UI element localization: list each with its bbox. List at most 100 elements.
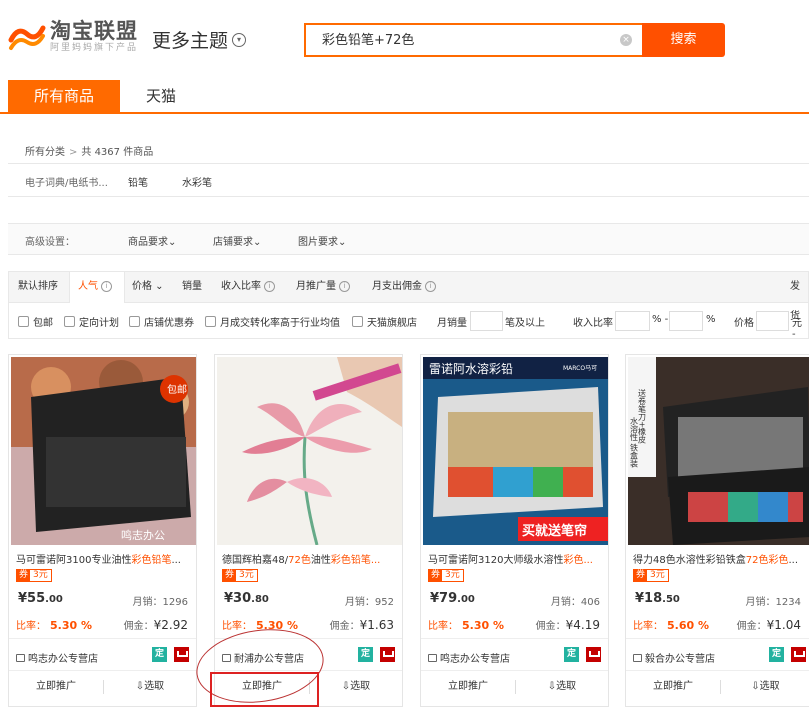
product-card[interactable]: 包邮 鸣志办公 马可雷诺阿3100专业油性彩色铅笔... 券 3元 ¥55.00 … xyxy=(8,354,197,707)
promote-now-button[interactable]: 立即推广 xyxy=(9,677,103,697)
category-row: 电子词典/电纸书... 铅笔 水彩笔 xyxy=(8,163,809,197)
sort-bar: 默认排序 人气 i 价格 ⌄ 销量 收入比率 i 月推广量 i 月支出佣金 i 发货 xyxy=(8,271,809,322)
coupon-badge: 券 3元 xyxy=(16,569,52,582)
monthly-sales-input[interactable] xyxy=(470,311,503,331)
info-icon: i xyxy=(264,280,275,292)
commission-rate: 比率： 5.30 % xyxy=(16,619,92,632)
sort-shipping[interactable]: 发货 xyxy=(790,272,808,322)
divider xyxy=(9,638,196,639)
divider xyxy=(626,670,809,671)
sort-sales[interactable]: 销量 xyxy=(182,272,202,302)
income-ratio-max-input[interactable] xyxy=(669,311,703,331)
chevron-down-icon: ⌄ xyxy=(253,237,262,248)
category-e-dictionary[interactable]: 电子词典/电纸书... xyxy=(25,174,108,189)
logo-subtitle: 阿里妈妈旗下产品 xyxy=(50,43,139,53)
clear-search-icon[interactable]: × xyxy=(620,34,632,46)
tmall-icon xyxy=(586,647,601,662)
shop-name[interactable]: 毅合办公专营店 xyxy=(633,650,715,665)
filter-targeted-plan[interactable]: 定向计划 xyxy=(64,314,119,329)
promote-now-button[interactable]: 立即推广 xyxy=(421,677,515,697)
sort-popularity[interactable]: 人气 i xyxy=(69,272,125,303)
svg-text:水溶性 铁盒装: 水溶性 铁盒装 xyxy=(630,416,639,469)
ding-icon: 定 xyxy=(564,647,579,662)
shop-icon xyxy=(428,653,437,662)
shop-requirement-dropdown[interactable]: 店铺要求⌄ xyxy=(213,233,261,248)
shop-name[interactable]: 鸣志办公专营店 xyxy=(428,650,510,665)
select-button[interactable]: ⇩选取 xyxy=(104,677,196,697)
monthly-sales: 月销：1296 xyxy=(132,597,188,608)
sort-price[interactable]: 价格 ⌄ xyxy=(132,272,164,302)
checkbox xyxy=(205,316,216,327)
svg-text:买就送笔帘: 买就送笔帘 xyxy=(522,523,587,539)
price-label: 价格 xyxy=(734,318,754,329)
advanced-label: 高级设置： xyxy=(25,237,75,248)
product-requirement-dropdown[interactable]: 商品要求⌄ xyxy=(128,233,176,248)
product-title[interactable]: 德国辉柏嘉48/72色油性彩色铅笔... xyxy=(222,551,397,566)
breadcrumb-all-categories[interactable]: 所有分类 xyxy=(25,147,65,158)
commission: 佣金：¥2.92 xyxy=(123,618,188,632)
advanced-settings: 高级设置： 商品要求⌄ 店铺要求⌄ 图片要求⌄ xyxy=(8,223,809,255)
filter-free-shipping[interactable]: 包邮 xyxy=(18,314,53,329)
product-image[interactable]: 雷诺阿水溶彩铅 MARCO马可 买就送笔帘 xyxy=(423,357,608,545)
divider xyxy=(9,670,196,671)
select-button[interactable]: ⇩选取 xyxy=(721,677,809,697)
filter-bar: 包邮 定向计划 店铺优惠券 月成交转化率高于行业均值 天猫旗舰店 月销量 笔及以… xyxy=(8,303,809,340)
income-ratio-min-input[interactable] xyxy=(615,311,650,331)
commission-rate: 比率： 5.60 % xyxy=(633,619,709,632)
category-watercolor-pen[interactable]: 水彩笔 xyxy=(182,174,212,189)
search-box: × xyxy=(304,23,644,57)
price: ¥30.80 xyxy=(224,591,269,606)
product-title[interactable]: 马可雷诺阿3100专业油性彩色铅笔... xyxy=(16,551,191,566)
ding-icon: 定 xyxy=(358,647,373,662)
svg-text:送卷笔刀+橡皮: 送卷笔刀+橡皮 xyxy=(638,388,647,445)
chevron-down-icon: ⌄ xyxy=(168,237,177,248)
tab-all-products[interactable]: 所有商品 xyxy=(8,80,120,112)
select-button[interactable]: ⇩选取 xyxy=(310,677,402,697)
category-pencil[interactable]: 铅笔 xyxy=(128,174,148,189)
shop-name[interactable]: 鸣志办公专营店 xyxy=(16,650,98,665)
tab-tmall[interactable]: 天猫 xyxy=(120,80,202,112)
filter-conversion-above-avg[interactable]: 月成交转化率高于行业均值 xyxy=(205,314,340,329)
filter-shop-coupon[interactable]: 店铺优惠券 xyxy=(129,314,194,329)
product-title[interactable]: 马可雷诺阿3120大师级水溶性彩色... xyxy=(428,551,603,566)
product-title[interactable]: 得力48色水溶性彩铅铁盒72色彩色... xyxy=(633,551,808,566)
sort-monthly-promo[interactable]: 月推广量 i xyxy=(296,272,350,302)
product-card[interactable]: 送卷笔刀+橡皮 水溶性 铁盒装 得力48色水溶性彩铅铁盒72色彩色... 券 3元… xyxy=(625,354,809,707)
search-input[interactable] xyxy=(322,31,612,46)
select-button[interactable]: ⇩选取 xyxy=(516,677,608,697)
commission-rate: 比率： 5.30 % xyxy=(428,619,504,632)
product-image[interactable]: 送卷笔刀+橡皮 水溶性 铁盒装 xyxy=(628,357,809,545)
coupon-badge: 券 3元 xyxy=(222,569,258,582)
header: 淘宝联盟 阿里妈妈旗下产品 更多主题 ▾ × 搜索 xyxy=(0,0,809,80)
info-icon: i xyxy=(339,280,350,292)
percent-sep: % - xyxy=(652,314,669,325)
divider xyxy=(626,638,809,639)
taobao-union-logo[interactable]: 淘宝联盟 阿里妈妈旗下产品 xyxy=(8,19,138,54)
checkbox xyxy=(18,316,29,327)
filter-tmall-flagship[interactable]: 天猫旗舰店 xyxy=(352,314,417,329)
price-min-input[interactable] xyxy=(756,311,789,331)
checkbox xyxy=(352,316,363,327)
promote-now-button[interactable]: 立即推广 xyxy=(626,677,720,697)
checkbox xyxy=(129,316,140,327)
tmall-icon xyxy=(174,647,189,662)
image-requirement-dropdown[interactable]: 图片要求⌄ xyxy=(298,233,346,248)
tmall-icon xyxy=(791,647,806,662)
search-button[interactable]: 搜索 xyxy=(642,23,725,57)
product-card[interactable]: 雷诺阿水溶彩铅 MARCO马可 买就送笔帘 马可雷诺阿3120大师级水溶性彩色.… xyxy=(420,354,609,707)
product-tabs: 所有商品 天猫 xyxy=(0,80,809,114)
product-image[interactable] xyxy=(217,357,402,545)
ding-icon: 定 xyxy=(769,647,784,662)
monthly-sales-label: 月销量 xyxy=(437,318,467,329)
sort-monthly-commission[interactable]: 月支出佣金 i xyxy=(372,272,436,302)
sort-default[interactable]: 默认排序 xyxy=(18,272,58,302)
income-ratio-label: 收入比率 xyxy=(573,318,613,329)
monthly-sales-suffix: 笔及以上 xyxy=(505,318,545,329)
monthly-sales: 月销：952 xyxy=(344,597,394,608)
svg-text:雷诺阿水溶彩铅: 雷诺阿水溶彩铅 xyxy=(429,361,513,376)
sort-income-ratio[interactable]: 收入比率 i xyxy=(221,272,275,302)
annotation-highlight-box xyxy=(210,672,319,707)
product-image[interactable]: 包邮 鸣志办公 xyxy=(11,357,196,545)
more-themes-dropdown[interactable]: 更多主题 ▾ xyxy=(152,26,247,53)
price-suffix: 元 - xyxy=(792,318,802,340)
